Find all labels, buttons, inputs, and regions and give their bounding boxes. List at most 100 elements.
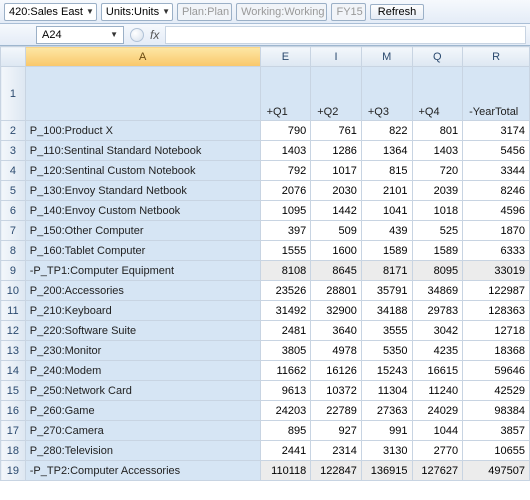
row-header[interactable]: 19: [1, 461, 26, 481]
cell-value[interactable]: 28801: [311, 281, 362, 301]
cell-value[interactable]: 59646: [463, 361, 530, 381]
cell-value[interactable]: 3555: [361, 321, 412, 341]
cell-value[interactable]: 18368: [463, 341, 530, 361]
cell-label[interactable]: P_120:Sentinal Custom Notebook: [25, 161, 260, 181]
dim-dropdown-0[interactable]: 420:Sales East▼: [4, 3, 97, 21]
cell-value[interactable]: 1364: [361, 141, 412, 161]
cell-value[interactable]: 1589: [361, 241, 412, 261]
cell-value[interactable]: 127627: [412, 461, 463, 481]
cell-value[interactable]: 822: [361, 121, 412, 141]
cell-value[interactable]: 2030: [311, 181, 362, 201]
cell-value[interactable]: 98384: [463, 401, 530, 421]
cell-value[interactable]: 1589: [412, 241, 463, 261]
row-header[interactable]: 15: [1, 381, 26, 401]
col-header-a[interactable]: A: [25, 47, 260, 67]
cell-label[interactable]: P_140:Envoy Custom Netbook: [25, 201, 260, 221]
cell-value[interactable]: 1044: [412, 421, 463, 441]
cell[interactable]: [25, 67, 260, 121]
row-header[interactable]: 7: [1, 221, 26, 241]
cell-value[interactable]: 895: [260, 421, 311, 441]
dim-dropdown-4[interactable]: FY15: [331, 3, 365, 21]
cell-value[interactable]: 2314: [311, 441, 362, 461]
cell-label[interactable]: P_270:Camera: [25, 421, 260, 441]
cell-value[interactable]: 110118: [260, 461, 311, 481]
cell-value[interactable]: 3042: [412, 321, 463, 341]
cell-label[interactable]: P_160:Tablet Computer: [25, 241, 260, 261]
dim-dropdown-3[interactable]: Working:Working: [236, 3, 327, 21]
cell-value[interactable]: 8246: [463, 181, 530, 201]
row-header[interactable]: 1: [1, 67, 26, 121]
col-header-q[interactable]: Q: [412, 47, 463, 67]
cell-value[interactable]: 2441: [260, 441, 311, 461]
row-header[interactable]: 8: [1, 241, 26, 261]
cell-value[interactable]: 8095: [412, 261, 463, 281]
cell-value[interactable]: 32900: [311, 301, 362, 321]
row-header[interactable]: 3: [1, 141, 26, 161]
cell-value[interactable]: 3174: [463, 121, 530, 141]
cell-value[interactable]: 11304: [361, 381, 412, 401]
cell-value[interactable]: 509: [311, 221, 362, 241]
col-header-i[interactable]: I: [311, 47, 362, 67]
cell-value[interactable]: 4235: [412, 341, 463, 361]
cell-value[interactable]: 34869: [412, 281, 463, 301]
cell[interactable]: +Q1: [260, 67, 311, 121]
col-header-e[interactable]: E: [260, 47, 311, 67]
cell-label[interactable]: P_230:Monitor: [25, 341, 260, 361]
cell-value[interactable]: 1403: [260, 141, 311, 161]
cell-value[interactable]: 29783: [412, 301, 463, 321]
formula-input[interactable]: [165, 26, 526, 44]
cell-value[interactable]: 397: [260, 221, 311, 241]
cell-value[interactable]: 2076: [260, 181, 311, 201]
cell-label[interactable]: P_220:Software Suite: [25, 321, 260, 341]
cell-value[interactable]: 1286: [311, 141, 362, 161]
cell-value[interactable]: 497507: [463, 461, 530, 481]
fx-expand-icon[interactable]: [130, 28, 144, 42]
cell-value[interactable]: 11240: [412, 381, 463, 401]
cell-value[interactable]: 122847: [311, 461, 362, 481]
cell-value[interactable]: 8171: [361, 261, 412, 281]
row-header[interactable]: 17: [1, 421, 26, 441]
row-header[interactable]: 10: [1, 281, 26, 301]
cell-label[interactable]: P_110:Sentinal Standard Notebook: [25, 141, 260, 161]
cell-value[interactable]: 3344: [463, 161, 530, 181]
cell-value[interactable]: 525: [412, 221, 463, 241]
cell-label[interactable]: P_280:Television: [25, 441, 260, 461]
dim-dropdown-1[interactable]: Units:Units▼: [101, 3, 173, 21]
cell-label[interactable]: -P_TP1:Computer Equipment: [25, 261, 260, 281]
cell-value[interactable]: 1600: [311, 241, 362, 261]
cell-value[interactable]: 136915: [361, 461, 412, 481]
cell-value[interactable]: 4978: [311, 341, 362, 361]
cell-label[interactable]: P_250:Network Card: [25, 381, 260, 401]
cell-value[interactable]: 27363: [361, 401, 412, 421]
cell-value[interactable]: 23526: [260, 281, 311, 301]
row-header[interactable]: 11: [1, 301, 26, 321]
cell-value[interactable]: 1018: [412, 201, 463, 221]
cell-value[interactable]: 9613: [260, 381, 311, 401]
dim-dropdown-2[interactable]: Plan:Plan: [177, 3, 232, 21]
row-header[interactable]: 2: [1, 121, 26, 141]
cell-label[interactable]: P_100:Product X: [25, 121, 260, 141]
cell-value[interactable]: 4596: [463, 201, 530, 221]
cell-value[interactable]: 2039: [412, 181, 463, 201]
cell-value[interactable]: 33019: [463, 261, 530, 281]
select-all-corner[interactable]: [1, 47, 26, 67]
row-header[interactable]: 9: [1, 261, 26, 281]
cell-value[interactable]: 122987: [463, 281, 530, 301]
refresh-button[interactable]: Refresh: [370, 4, 425, 20]
row-header[interactable]: 5: [1, 181, 26, 201]
cell-value[interactable]: 6333: [463, 241, 530, 261]
cell-value[interactable]: 1403: [412, 141, 463, 161]
cell-value[interactable]: 34188: [361, 301, 412, 321]
cell-value[interactable]: 801: [412, 121, 463, 141]
cell-value[interactable]: 1095: [260, 201, 311, 221]
cell-value[interactable]: 3640: [311, 321, 362, 341]
cell-value[interactable]: 3130: [361, 441, 412, 461]
cell-label[interactable]: -P_TP2:Computer Accessories: [25, 461, 260, 481]
spreadsheet-grid[interactable]: A E I M Q R 1 +Q1 +Q2 +Q3 +Q4 -YearTotal…: [0, 46, 530, 481]
cell-value[interactable]: 1555: [260, 241, 311, 261]
cell-value[interactable]: 16126: [311, 361, 362, 381]
row-header[interactable]: 4: [1, 161, 26, 181]
cell-value[interactable]: 8108: [260, 261, 311, 281]
cell-value[interactable]: 927: [311, 421, 362, 441]
cell-value[interactable]: 790: [260, 121, 311, 141]
